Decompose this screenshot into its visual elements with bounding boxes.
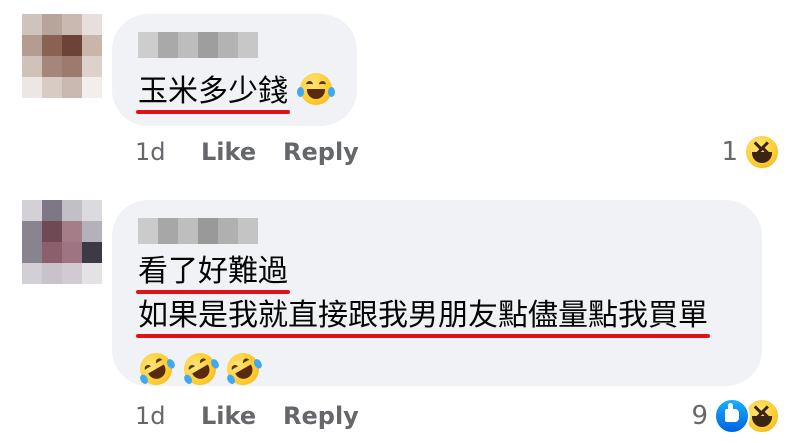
haha-reaction-icon xyxy=(744,134,780,170)
rolling-on-floor-laughing-icon xyxy=(177,347,222,391)
reaction-summary[interactable]: 9 xyxy=(691,398,780,434)
timestamp[interactable]: 1d xyxy=(135,138,201,166)
comment-text-line-content: 如果是我就直接跟我男朋友點儘量點我買單 xyxy=(138,298,708,333)
comment-text-line-content: 玉米多少錢 xyxy=(138,74,288,109)
reply-button[interactable]: Reply xyxy=(283,402,359,430)
comment-actions: 1d Like Reply xyxy=(135,138,359,166)
timestamp[interactable]: 1d xyxy=(135,402,201,430)
red-underline xyxy=(136,334,710,338)
comment-text-line-content: 看了好難過 xyxy=(138,254,288,289)
comment-bubble: 看了好難過 如果是我就直接跟我男朋友點儘量點我買單 xyxy=(112,200,762,391)
like-button[interactable]: Like xyxy=(201,138,283,166)
author-name-redacted[interactable] xyxy=(138,218,258,244)
reaction-count: 9 xyxy=(691,401,708,431)
comment-text-line: 如果是我就直接跟我男朋友點儘量點我買單 xyxy=(136,296,710,338)
red-underline xyxy=(136,110,290,114)
reaction-count: 1 xyxy=(721,137,738,167)
comment-text-line: 玉米多少錢 xyxy=(136,72,290,114)
avatar[interactable] xyxy=(22,200,102,284)
comment-actions: 1d Like Reply xyxy=(135,402,359,430)
avatar[interactable] xyxy=(22,14,102,98)
reaction-summary[interactable]: 1 xyxy=(721,134,780,170)
reply-button[interactable]: Reply xyxy=(283,138,359,166)
comment-text-line: 看了好難過 xyxy=(136,252,290,294)
rolling-on-floor-laughing-icon xyxy=(134,347,178,391)
author-name-redacted[interactable] xyxy=(138,32,258,58)
red-underline xyxy=(136,290,290,294)
comment-bubble: 玉米多少錢 xyxy=(112,14,357,126)
comment: 玉米多少錢 1d Like Reply 1 xyxy=(0,0,800,180)
comment: 看了好難過 如果是我就直接跟我男朋友點儘量點我買單 1d Like Reply … xyxy=(0,190,800,443)
like-button[interactable]: Like xyxy=(201,402,283,430)
like-reaction-icon xyxy=(714,398,750,434)
comment-text: 玉米多少錢 xyxy=(136,72,335,114)
comment-text: 看了好難過 如果是我就直接跟我男朋友點儘量點我買單 xyxy=(134,252,710,396)
face-with-tears-of-joy-icon xyxy=(296,73,335,105)
rolling-on-floor-laughing-icon xyxy=(221,347,265,391)
